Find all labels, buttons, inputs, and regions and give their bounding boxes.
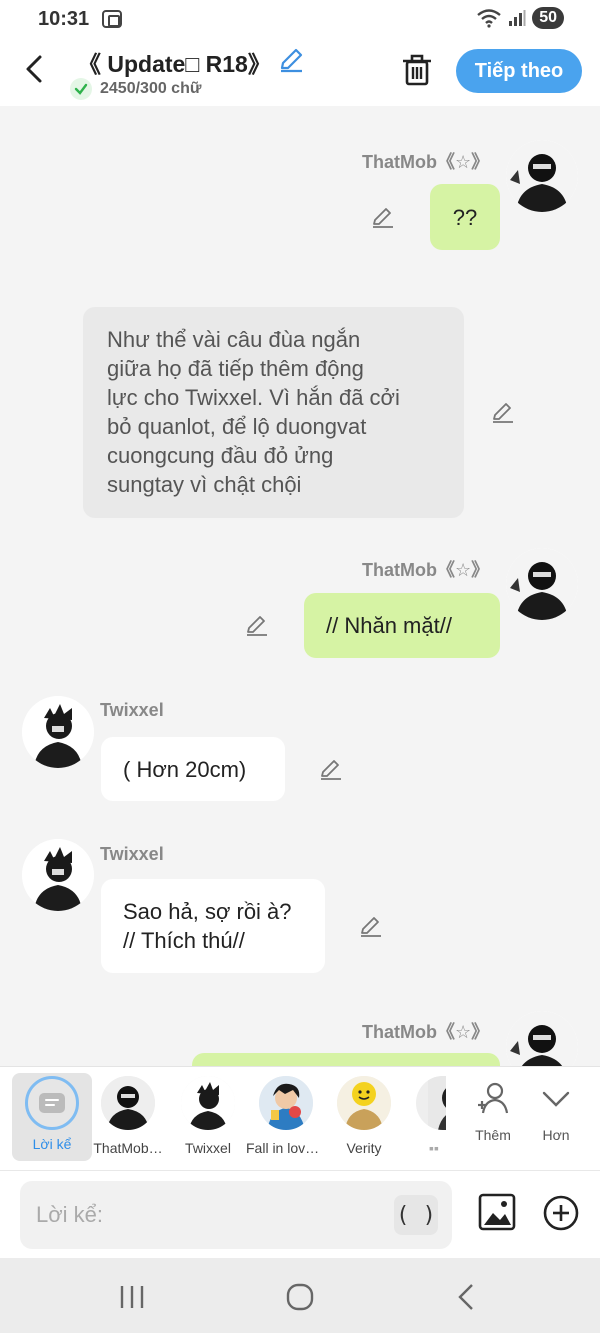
input-bar: ( )	[0, 1170, 600, 1258]
character-name: ThatMob…	[93, 1140, 163, 1156]
check-icon	[70, 78, 92, 100]
sender-name: Twixxel	[100, 700, 164, 720]
nav-back-icon[interactable]	[448, 1280, 488, 1314]
character-unnamed[interactable]: ▪▪	[396, 1073, 472, 1156]
image-icon[interactable]	[478, 1193, 516, 1231]
edit-message-icon[interactable]	[244, 612, 270, 638]
word-count: 2450/300 chữ	[70, 78, 201, 100]
verity-avatar	[337, 1076, 391, 1130]
edit-message-icon[interactable]	[490, 399, 516, 425]
edit-message-icon[interactable]	[370, 204, 396, 230]
system-nav-bar	[0, 1258, 600, 1333]
chevron-down-icon	[542, 1091, 570, 1107]
recent-apps-icon[interactable]	[112, 1280, 152, 1314]
story-title: 《 Update□ R18》	[78, 51, 271, 77]
word-count-text: 2450/300 chữ	[100, 80, 202, 97]
add-label: Thêm	[475, 1127, 511, 1143]
narration-bubble[interactable]: Như thể vài câu đùa ngắn giữa họ đã tiếp…	[83, 307, 464, 518]
chat-area[interactable]: ThatMob《☆》 ?? Như thể vài câu đùa ngắn g…	[0, 106, 600, 1066]
home-icon[interactable]	[280, 1280, 320, 1314]
character-twixxel[interactable]: Twixxel	[168, 1073, 248, 1156]
edit-message-icon[interactable]	[358, 913, 384, 939]
next-button[interactable]: Tiếp theo	[456, 49, 582, 93]
edit-message-icon[interactable]	[318, 756, 344, 782]
character-thatmob[interactable]: ThatMob…	[88, 1073, 168, 1156]
add-character-button[interactable]: Thêm	[463, 1079, 523, 1143]
character-name: Twixxel	[185, 1140, 231, 1156]
narration-icon	[25, 1076, 79, 1130]
twixxel-avatar	[181, 1076, 235, 1130]
sender-name: Twixxel	[100, 844, 164, 864]
character-avatar	[416, 1076, 446, 1130]
message-bubble[interactable]: // Nhăn mặt//	[304, 593, 500, 658]
trash-icon[interactable]	[400, 52, 434, 88]
message-input[interactable]	[36, 1199, 396, 1231]
thatmob-avatar[interactable]	[506, 1011, 578, 1066]
more-label: Hơn	[542, 1127, 570, 1143]
message-input-box: ( )	[20, 1181, 452, 1249]
character-verity[interactable]: Verity	[324, 1073, 404, 1156]
sender-name: ThatMob《☆》	[362, 1022, 490, 1042]
parentheses-button[interactable]: ( )	[394, 1195, 438, 1235]
status-bar: 10:31 50	[0, 0, 600, 40]
character-narrator[interactable]: Lời kể	[12, 1073, 92, 1161]
character-name: ▪▪	[429, 1140, 439, 1156]
character-bar: Lời kể ThatMob… Twixxel Fall in love… Ve…	[0, 1066, 600, 1170]
screenshot-icon	[102, 10, 122, 28]
character-name: Lời kể	[32, 1136, 72, 1152]
editor-header: 《 Update□ R18》 2450/300 chữ Tiếp theo	[0, 40, 600, 106]
status-time: 10:31	[38, 8, 90, 30]
sender-name: ThatMob《☆》	[362, 560, 490, 580]
sender-name: ThatMob《☆》	[362, 152, 490, 172]
edit-title-icon[interactable]	[277, 46, 305, 74]
twixxel-avatar[interactable]	[22, 839, 94, 911]
character-fall-in-love[interactable]: Fall in love…	[246, 1073, 326, 1156]
character-name: Verity	[346, 1140, 382, 1156]
message-bubble[interactable]: ??	[430, 184, 500, 250]
signal-icon	[509, 10, 526, 26]
more-button[interactable]: Hơn	[526, 1079, 586, 1143]
thatmob-avatar[interactable]	[506, 140, 578, 212]
add-person-icon	[478, 1082, 509, 1114]
thatmob-avatar[interactable]	[506, 548, 578, 620]
message-bubble[interactable]	[192, 1053, 500, 1066]
wifi-icon	[477, 9, 501, 28]
message-bubble[interactable]: Sao hả, sợ rồi à? // Thích thú//	[101, 879, 325, 973]
back-icon[interactable]	[18, 52, 52, 86]
character-name: Fall in love…	[246, 1140, 326, 1156]
battery-badge: 50	[532, 7, 564, 29]
message-bubble[interactable]: ( Hơn 20cm)	[101, 737, 285, 801]
thatmob-avatar	[101, 1076, 155, 1130]
add-icon[interactable]	[543, 1195, 579, 1231]
twixxel-avatar[interactable]	[22, 696, 94, 768]
fall-in-love-avatar	[259, 1076, 313, 1130]
